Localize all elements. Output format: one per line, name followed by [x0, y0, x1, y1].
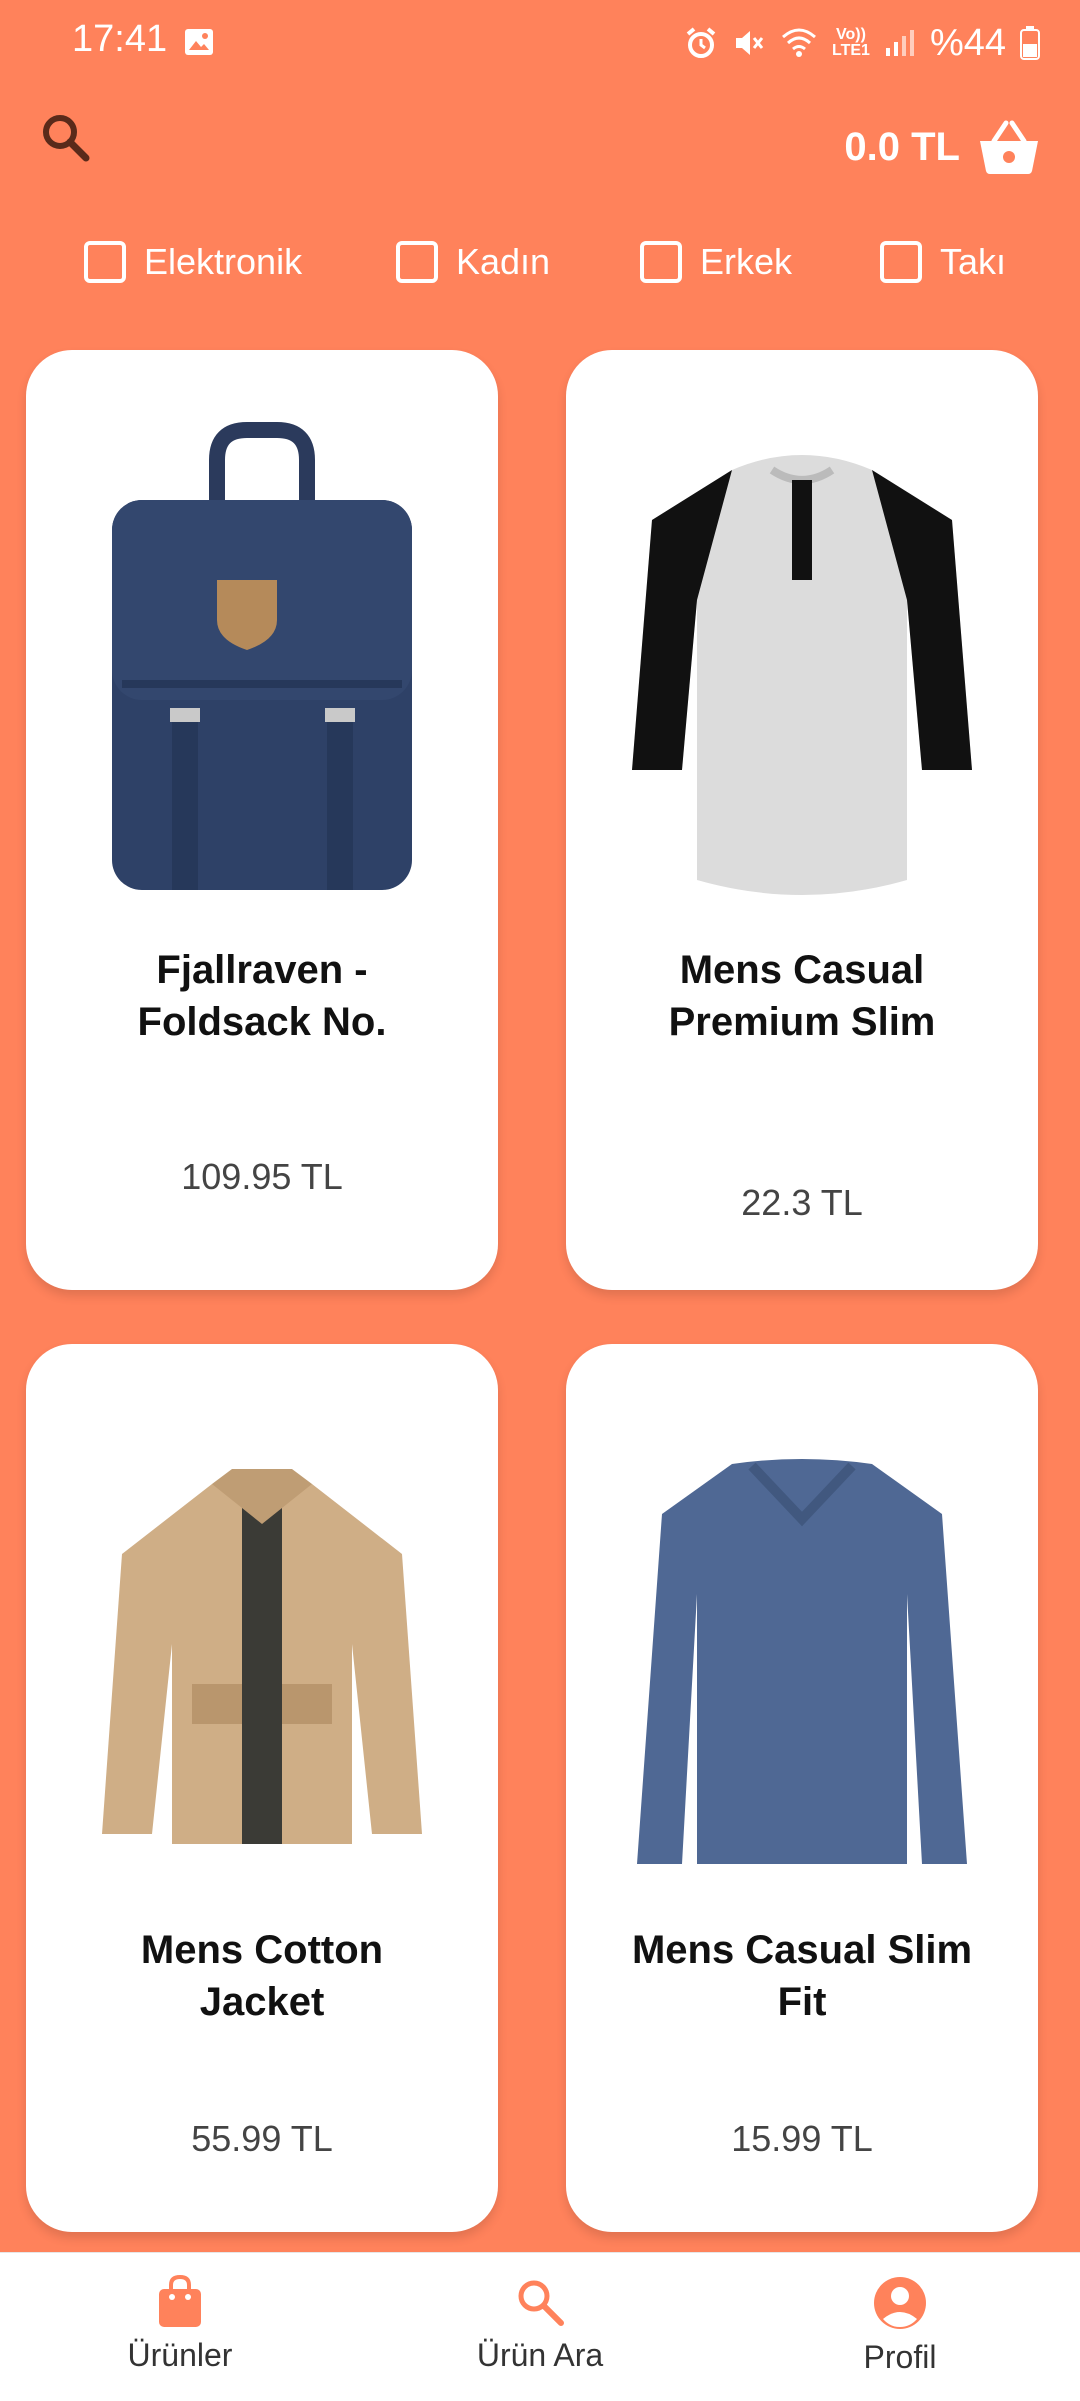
- checkbox-kadin[interactable]: [396, 241, 438, 283]
- product-image-raglan-tshirt: [632, 455, 972, 895]
- product-title: Fjallraven - Foldsack No.: [137, 948, 387, 1044]
- network-label-top: Vo)): [836, 26, 866, 43]
- account-circle-icon: [874, 2277, 926, 2329]
- checkbox-elektronik[interactable]: [84, 241, 126, 283]
- status-time: 17:41: [72, 18, 168, 60]
- mute-icon: [736, 31, 764, 55]
- signal-icon: [885, 30, 914, 56]
- status-icons: Vo)) LTE1 %44: [684, 18, 1040, 68]
- search-icon: [43, 115, 90, 162]
- shopping-bag-icon: [159, 2275, 201, 2327]
- product-card[interactable]: Mens Casual Slim Fit 15.99 TL: [566, 1344, 1038, 2232]
- battery-percent: %44: [929, 21, 1006, 64]
- nav-item-profil[interactable]: Profil: [780, 2253, 1020, 2401]
- nav-item-urunler[interactable]: Ürünler: [60, 2253, 300, 2401]
- product-image-longsleeve: [637, 1459, 967, 1864]
- product-image-backpack: [112, 422, 412, 890]
- checkbox-taki[interactable]: [880, 241, 922, 283]
- filter-erkek[interactable]: Erkek: [640, 230, 792, 294]
- category-filters: Elektronik Kadın Erkek Takı: [0, 230, 1080, 294]
- filter-elektronik[interactable]: Elektronik: [84, 230, 302, 294]
- nav-label-profil: Profil: [863, 2339, 937, 2375]
- product-title: Mens Casual Premium Slim: [668, 948, 936, 1044]
- filter-kadin[interactable]: Kadın: [396, 230, 550, 294]
- product-price: 109.95 TL: [181, 1156, 343, 1197]
- product-price: 22.3 TL: [741, 1182, 863, 1223]
- alarm-icon: [686, 27, 716, 58]
- network-label: Vo)) LTE1: [832, 27, 870, 59]
- status-bar: 17:41 Vo)) LTE1 %44: [0, 0, 1080, 90]
- cart-summary[interactable]: 0.0 TL: [844, 112, 1040, 182]
- network-label-bottom: LTE1: [832, 42, 870, 59]
- nav-item-urun-ara[interactable]: Ürün Ara: [420, 2253, 660, 2401]
- nav-label-urunler: Ürünler: [127, 2337, 233, 2373]
- filter-taki[interactable]: Takı: [880, 230, 1006, 294]
- search-icon: [518, 2280, 564, 2326]
- search-button[interactable]: [36, 108, 96, 168]
- battery-icon: [1020, 26, 1040, 60]
- product-price: 55.99 TL: [191, 2118, 333, 2159]
- wifi-icon: [782, 28, 816, 57]
- filter-label-elektronik: Elektronik: [144, 241, 303, 282]
- bottom-navigation: Ürünler Ürün Ara Profil: [0, 2252, 1080, 2401]
- product-card[interactable]: Mens Cotton Jacket 55.99 TL: [26, 1344, 498, 2232]
- product-title: Mens Casual Slim Fit: [631, 1928, 973, 2024]
- checkbox-erkek[interactable]: [640, 241, 682, 283]
- gallery-notification-icon: [185, 29, 213, 55]
- cart-total: 0.0 TL: [844, 124, 960, 169]
- product-price: 15.99 TL: [731, 2118, 873, 2159]
- product-image-jacket: [102, 1469, 422, 1844]
- basket-icon[interactable]: [978, 119, 1040, 175]
- filter-label-kadin: Kadın: [456, 241, 551, 282]
- nav-label-urun-ara: Ürün Ara: [476, 2337, 604, 2373]
- filter-label-taki: Takı: [940, 241, 1007, 282]
- filter-label-erkek: Erkek: [700, 241, 793, 282]
- product-title: Mens Cotton Jacket: [140, 1928, 384, 2024]
- product-card[interactable]: Mens Casual Premium Slim 22.3 TL: [566, 350, 1038, 1290]
- product-card[interactable]: Fjallraven - Foldsack No. 109.95 TL: [26, 350, 498, 1290]
